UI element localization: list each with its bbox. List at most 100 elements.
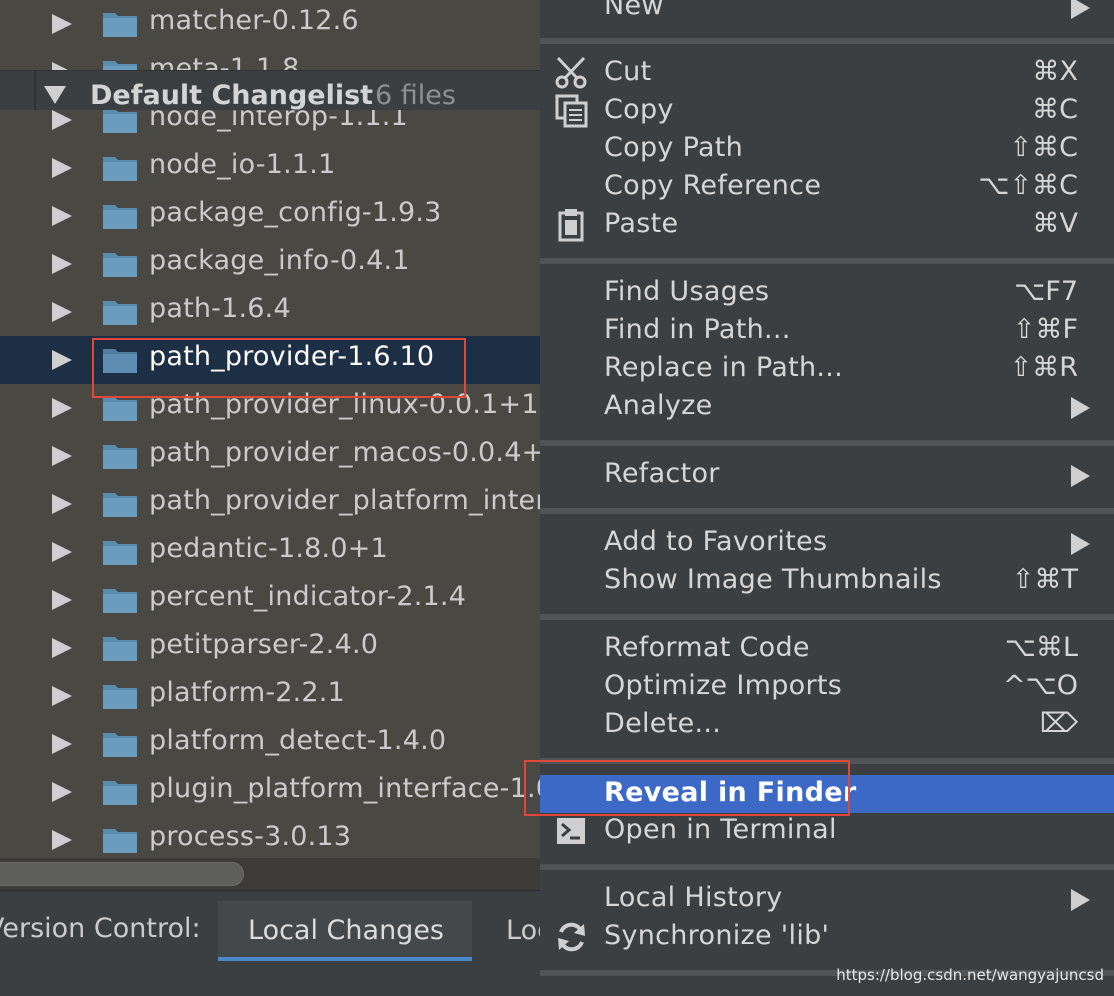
menu-item-shortcut: ⌥⇧⌘C: [978, 170, 1078, 201]
expand-arrow-icon[interactable]: [52, 494, 72, 514]
tree-row-label: path_provider_macos-0.0.4+3: [149, 437, 540, 468]
menu-item-shortcut: ⇧⌘C: [1009, 132, 1078, 163]
menu-item-reformat-code[interactable]: Reformat Code ⌥⌘L: [540, 630, 1114, 668]
menu-item-label: Reformat Code: [604, 632, 810, 663]
folder-icon: [103, 541, 137, 565]
tree-row[interactable]: matcher-0.12.6: [0, 0, 540, 48]
scissors-icon: [555, 56, 587, 89]
tree-row[interactable]: platform-2.2.1: [0, 672, 540, 720]
scrollbar-thumb[interactable]: [0, 862, 244, 886]
menu-item-shortcut: ⌥F7: [1014, 276, 1078, 307]
menu-item-analyze[interactable]: Analyze: [540, 388, 1114, 426]
menu-item-label: Copy Path: [604, 132, 744, 163]
tree-row[interactable]: path_provider_platform_interface-1.0.2: [0, 480, 540, 528]
menu-item-copy[interactable]: Copy ⌘C: [540, 92, 1114, 130]
expand-arrow-icon[interactable]: [52, 302, 72, 322]
tree-row[interactable]: node_io-1.1.1: [0, 144, 540, 192]
tree-row[interactable]: platform_detect-1.4.0: [0, 720, 540, 768]
watermark: https://blog.csdn.net/wangyajuncsd: [836, 966, 1104, 984]
menu-item-find-usages[interactable]: Find Usages ⌥F7: [540, 274, 1114, 312]
folder-icon: [103, 493, 137, 517]
menu-item-label: Analyze: [604, 390, 713, 421]
tree-row-label: platform_detect-1.4.0: [149, 725, 447, 756]
expand-arrow-icon[interactable]: [52, 398, 72, 418]
tree-row[interactable]: process-3.0.13: [0, 816, 540, 858]
expand-arrow-icon[interactable]: [52, 830, 72, 850]
tree-row-label: path_provider_linux-0.0.1+1: [149, 389, 539, 420]
collapse-arrow-icon[interactable]: [44, 86, 66, 104]
expand-arrow-icon[interactable]: [52, 734, 72, 754]
submenu-arrow-icon: [1071, 533, 1090, 555]
expand-arrow-icon[interactable]: [52, 590, 72, 610]
folder-icon: [103, 157, 137, 181]
menu-item-paste[interactable]: Paste ⌘V: [540, 206, 1114, 244]
expand-arrow-icon[interactable]: [52, 158, 72, 178]
tree-row-label: path_provider-1.6.10: [149, 341, 435, 372]
tree-row[interactable]: pedantic-1.8.0+1: [0, 528, 540, 576]
submenu-arrow-icon: [1071, 465, 1090, 487]
tab-local-changes[interactable]: Local Changes: [218, 901, 472, 961]
tree-row[interactable]: package_config-1.9.3: [0, 192, 540, 240]
tree-row-label: package_info-0.4.1: [149, 245, 410, 276]
terminal-icon: [557, 818, 585, 844]
tree-row-selected[interactable]: path_provider-1.6.10: [0, 336, 540, 384]
menu-item-optimize-imports[interactable]: Optimize Imports ^⌥O: [540, 668, 1114, 706]
tree-row-label: package_config-1.9.3: [149, 197, 442, 228]
expand-arrow-icon[interactable]: [52, 782, 72, 802]
menu-item-reveal-in-finder[interactable]: Reveal in Finder: [540, 775, 1114, 813]
menu-item-shortcut: ⇧⌘R: [1009, 352, 1078, 383]
tree-row-label: plugin_platform_interface-1.0.2: [149, 773, 540, 804]
menu-item-open-in-terminal[interactable]: Open in Terminal: [540, 812, 1114, 850]
tree-row[interactable]: plugin_platform_interface-1.0.2: [0, 768, 540, 816]
menu-item-label: Show Image Thumbnails: [604, 564, 942, 595]
expand-arrow-icon[interactable]: [52, 446, 72, 466]
menu-item-find-in-path[interactable]: Find in Path... ⇧⌘F: [540, 312, 1114, 350]
menu-item-label: Refactor: [604, 458, 720, 489]
menu-item-label: Find in Path...: [604, 314, 791, 345]
tree-row-label: node_io-1.1.1: [149, 149, 336, 180]
menu-item-synchronize[interactable]: Synchronize 'lib': [540, 918, 1114, 956]
tree-row-label: process-3.0.13: [149, 821, 352, 852]
expand-arrow-icon[interactable]: [52, 254, 72, 274]
menu-item-show-image-thumbnails[interactable]: Show Image Thumbnails ⇧⌘T: [540, 562, 1114, 600]
expand-arrow-icon[interactable]: [52, 14, 72, 34]
changelist-name: Default Changelist: [90, 80, 374, 111]
expand-arrow-icon[interactable]: [52, 110, 72, 130]
menu-item-replace-in-path[interactable]: Replace in Path... ⇧⌘R: [540, 350, 1114, 388]
tree-row[interactable]: path_provider_linux-0.0.1+1: [0, 384, 540, 432]
menu-item-label: Copy: [604, 94, 674, 125]
expand-arrow-icon[interactable]: [52, 206, 72, 226]
menu-item-delete[interactable]: Delete... ⌦: [540, 706, 1114, 744]
menu-item-copy-path[interactable]: Copy Path ⇧⌘C: [540, 130, 1114, 168]
menu-item-label: New: [604, 0, 664, 21]
menu-item-refactor[interactable]: Refactor: [540, 456, 1114, 494]
tree-row[interactable]: path_provider_macos-0.0.4+3: [0, 432, 540, 480]
menu-item-label: Delete...: [604, 708, 722, 739]
folder-icon: [103, 397, 137, 421]
sync-icon: [558, 922, 585, 952]
tree-row[interactable]: path-1.6.4: [0, 288, 540, 336]
version-control-label: Version Control:: [0, 913, 201, 944]
menu-item-cut[interactable]: Cut ⌘X: [540, 54, 1114, 92]
panel-divider: [34, 70, 36, 110]
menu-item-label: Add to Favorites: [604, 526, 828, 557]
menu-item-add-to-favorites[interactable]: Add to Favorites: [540, 524, 1114, 562]
menu-separator: [540, 508, 1114, 514]
tree-row[interactable]: petitparser-2.4.0: [0, 624, 540, 672]
expand-arrow-icon[interactable]: [52, 542, 72, 562]
expand-arrow-icon[interactable]: [52, 350, 72, 370]
menu-item-local-history[interactable]: Local History: [540, 880, 1114, 918]
menu-item-label: Optimize Imports: [604, 670, 843, 701]
menu-separator: [540, 758, 1114, 764]
menu-separator: [540, 864, 1114, 870]
menu-item-copy-reference[interactable]: Copy Reference ⌥⇧⌘C: [540, 168, 1114, 206]
expand-arrow-icon[interactable]: [52, 686, 72, 706]
context-menu: New Cut ⌘X Copy ⌘C Copy Path ⇧⌘C Copy Re…: [540, 0, 1114, 996]
menu-item-new[interactable]: New: [540, 0, 1114, 26]
tree-row[interactable]: percent_indicator-2.1.4: [0, 576, 540, 624]
expand-arrow-icon[interactable]: [52, 638, 72, 658]
tree-row[interactable]: package_info-0.4.1: [0, 240, 540, 288]
menu-item-label: Paste: [604, 208, 679, 239]
folder-icon: [103, 445, 137, 469]
submenu-arrow-icon: [1071, 397, 1090, 419]
